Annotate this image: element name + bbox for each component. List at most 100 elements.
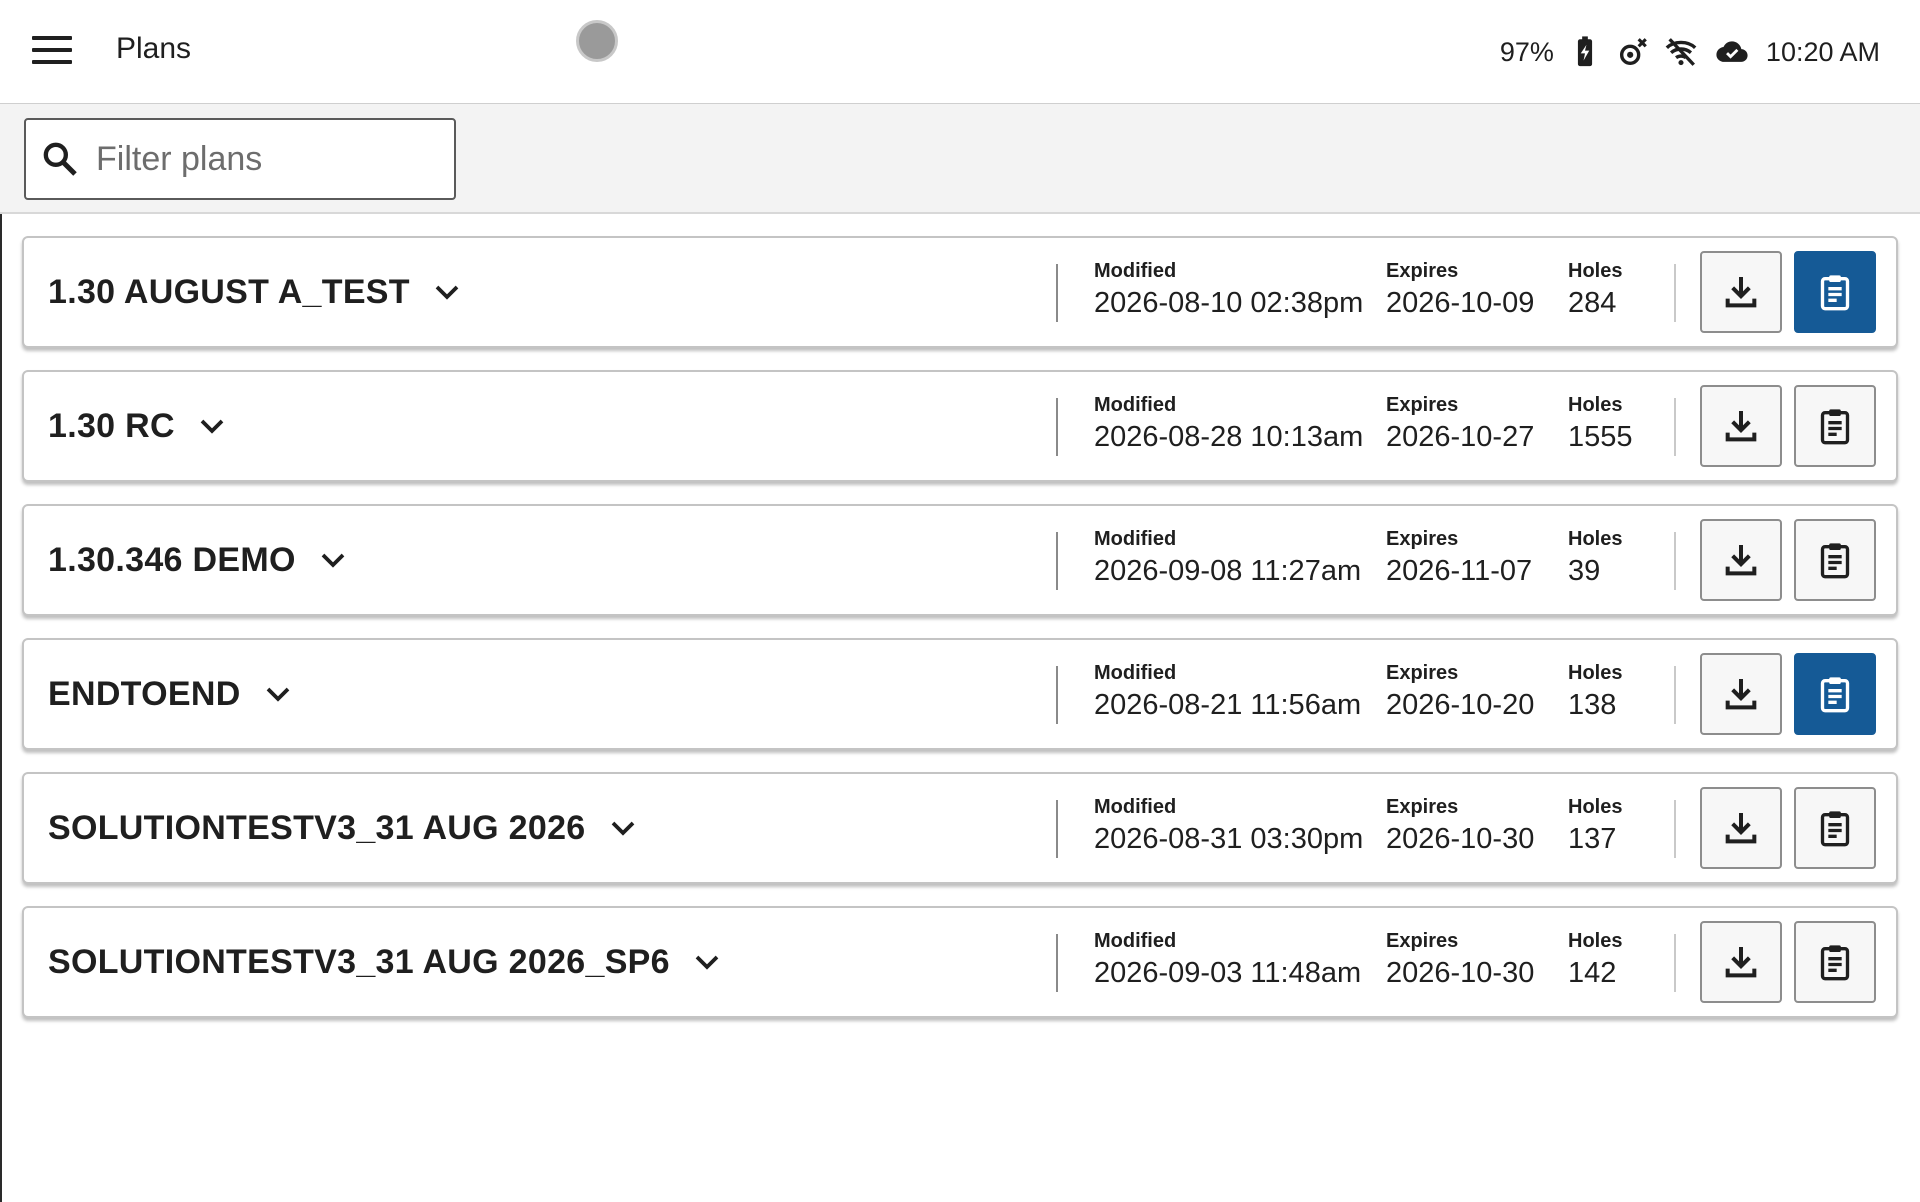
divider bbox=[1056, 532, 1058, 590]
holes-value: 1555 bbox=[1568, 421, 1633, 453]
chevron-down-icon[interactable] bbox=[432, 277, 462, 307]
plan-details-button[interactable] bbox=[1794, 787, 1876, 869]
expires-field: Expires 2026-10-27 bbox=[1386, 394, 1534, 454]
chevron-down-icon[interactable] bbox=[608, 813, 638, 843]
clipboard-icon bbox=[1820, 409, 1850, 445]
divider bbox=[1056, 398, 1058, 456]
expires-value: 2026-10-27 bbox=[1386, 421, 1535, 453]
expires-label: Expires bbox=[1386, 662, 1459, 684]
divider bbox=[1674, 398, 1676, 456]
download-icon bbox=[1725, 277, 1757, 308]
app-bar: Plans 97% 10:20 AM bbox=[0, 0, 1920, 104]
page-title: Plans bbox=[116, 32, 192, 65]
chevron-down-icon[interactable] bbox=[197, 411, 227, 441]
download-icon bbox=[1725, 813, 1757, 844]
divider bbox=[1674, 264, 1676, 322]
expires-value: 2026-10-09 bbox=[1386, 287, 1535, 319]
modified-value: 2026-08-31 03:30pm bbox=[1094, 823, 1364, 855]
clipboard-icon bbox=[1820, 945, 1850, 981]
holes-value: 142 bbox=[1568, 957, 1617, 989]
plan-name-toggle[interactable]: ENDTOEND bbox=[48, 640, 293, 748]
filter-bar bbox=[0, 104, 1920, 214]
modified-field: Modified 2026-09-08 11:27am bbox=[1094, 528, 1361, 588]
plan-list: 1.30 AUGUST A_TEST Modified 2026-08-10 0… bbox=[22, 236, 1898, 1040]
plan-name-toggle[interactable]: SOLUTIONTESTV3_31 AUG 2026 bbox=[48, 774, 638, 882]
clipboard-icon bbox=[1820, 811, 1850, 847]
plan-name: 1.30.346 DEMO bbox=[48, 540, 296, 579]
modified-field: Modified 2026-09-03 11:48am bbox=[1094, 930, 1361, 990]
expires-label: Expires bbox=[1386, 930, 1459, 952]
holes-field: Holes 142 bbox=[1568, 930, 1622, 990]
download-button[interactable] bbox=[1700, 251, 1782, 333]
status-bar: 97% 10:20 AM bbox=[1500, 30, 1880, 74]
plan-details-button[interactable] bbox=[1794, 251, 1876, 333]
plan-details-button[interactable] bbox=[1794, 519, 1876, 601]
plan-name-toggle[interactable]: 1.30 AUGUST A_TEST bbox=[48, 238, 462, 346]
download-button[interactable] bbox=[1700, 787, 1782, 869]
filter-field[interactable] bbox=[24, 118, 456, 200]
plan-details-button[interactable] bbox=[1794, 385, 1876, 467]
divider bbox=[1056, 800, 1058, 858]
expires-value: 2026-11-07 bbox=[1386, 555, 1533, 587]
modified-field: Modified 2026-08-21 11:56am bbox=[1094, 662, 1361, 722]
hamburger-menu-icon[interactable] bbox=[32, 36, 72, 68]
divider bbox=[1056, 934, 1058, 992]
plan-row: SOLUTIONTESTV3_31 AUG 2026_SP6 Modified … bbox=[22, 906, 1898, 1018]
download-button[interactable] bbox=[1700, 653, 1782, 735]
plan-details-button[interactable] bbox=[1794, 921, 1876, 1003]
modified-field: Modified 2026-08-10 02:38pm bbox=[1094, 260, 1363, 320]
plan-row: SOLUTIONTESTV3_31 AUG 2026 Modified 2026… bbox=[22, 772, 1898, 884]
wifi-off-icon bbox=[1665, 38, 1697, 66]
holes-label: Holes bbox=[1568, 528, 1623, 550]
download-button[interactable] bbox=[1700, 921, 1782, 1003]
chevron-down-icon[interactable] bbox=[263, 679, 293, 709]
divider bbox=[1674, 532, 1676, 590]
plan-name-toggle[interactable]: 1.30.346 DEMO bbox=[48, 506, 348, 614]
modified-value: 2026-09-03 11:48am bbox=[1094, 957, 1362, 989]
search-icon bbox=[43, 142, 77, 176]
expires-value: 2026-10-20 bbox=[1386, 689, 1535, 721]
download-button[interactable] bbox=[1700, 385, 1782, 467]
plan-name-toggle[interactable]: 1.30 RC bbox=[48, 372, 227, 480]
holes-label: Holes bbox=[1568, 662, 1623, 684]
filter-plans-input[interactable] bbox=[96, 139, 436, 179]
expires-value: 2026-10-30 bbox=[1386, 957, 1535, 989]
holes-label: Holes bbox=[1568, 394, 1623, 416]
plan-details-button[interactable] bbox=[1794, 653, 1876, 735]
expires-field: Expires 2026-10-09 bbox=[1386, 260, 1534, 320]
plan-name-toggle[interactable]: SOLUTIONTESTV3_31 AUG 2026_SP6 bbox=[48, 908, 722, 1016]
holes-label: Holes bbox=[1568, 260, 1623, 282]
chevron-down-icon[interactable] bbox=[318, 545, 348, 575]
cloud-done-icon bbox=[1716, 41, 1748, 62]
divider bbox=[1674, 934, 1676, 992]
plan-name: ENDTOEND bbox=[48, 674, 241, 713]
divider bbox=[1674, 666, 1676, 724]
modified-label: Modified bbox=[1094, 930, 1177, 952]
gps-off-icon bbox=[1619, 38, 1647, 66]
modified-label: Modified bbox=[1094, 528, 1177, 550]
holes-field: Holes 39 bbox=[1568, 528, 1622, 588]
download-button[interactable] bbox=[1700, 519, 1782, 601]
plan-row: 1.30 RC Modified 2026-08-28 10:13am Expi… bbox=[22, 370, 1898, 482]
plan-name: 1.30 AUGUST A_TEST bbox=[48, 272, 410, 311]
holes-field: Holes 1555 bbox=[1568, 394, 1633, 454]
divider bbox=[1674, 800, 1676, 858]
modified-value: 2026-08-21 11:56am bbox=[1094, 689, 1362, 721]
expires-field: Expires 2026-10-20 bbox=[1386, 662, 1534, 722]
clock: 10:20 AM bbox=[1765, 36, 1880, 67]
divider bbox=[1056, 666, 1058, 724]
modified-label: Modified bbox=[1094, 260, 1177, 282]
holes-value: 138 bbox=[1568, 689, 1617, 721]
clipboard-icon bbox=[1820, 275, 1850, 311]
holes-value: 39 bbox=[1568, 555, 1601, 587]
expires-label: Expires bbox=[1386, 260, 1459, 282]
plan-row: 1.30 AUGUST A_TEST Modified 2026-08-10 0… bbox=[22, 236, 1898, 348]
modified-label: Modified bbox=[1094, 796, 1177, 818]
plan-row: 1.30.346 DEMO Modified 2026-09-08 11:27a… bbox=[22, 504, 1898, 616]
download-icon bbox=[1725, 947, 1757, 978]
chevron-down-icon[interactable] bbox=[692, 947, 722, 977]
plan-name: 1.30 RC bbox=[48, 406, 175, 445]
holes-value: 137 bbox=[1568, 823, 1617, 855]
holes-label: Holes bbox=[1568, 930, 1623, 952]
expires-label: Expires bbox=[1386, 394, 1459, 416]
